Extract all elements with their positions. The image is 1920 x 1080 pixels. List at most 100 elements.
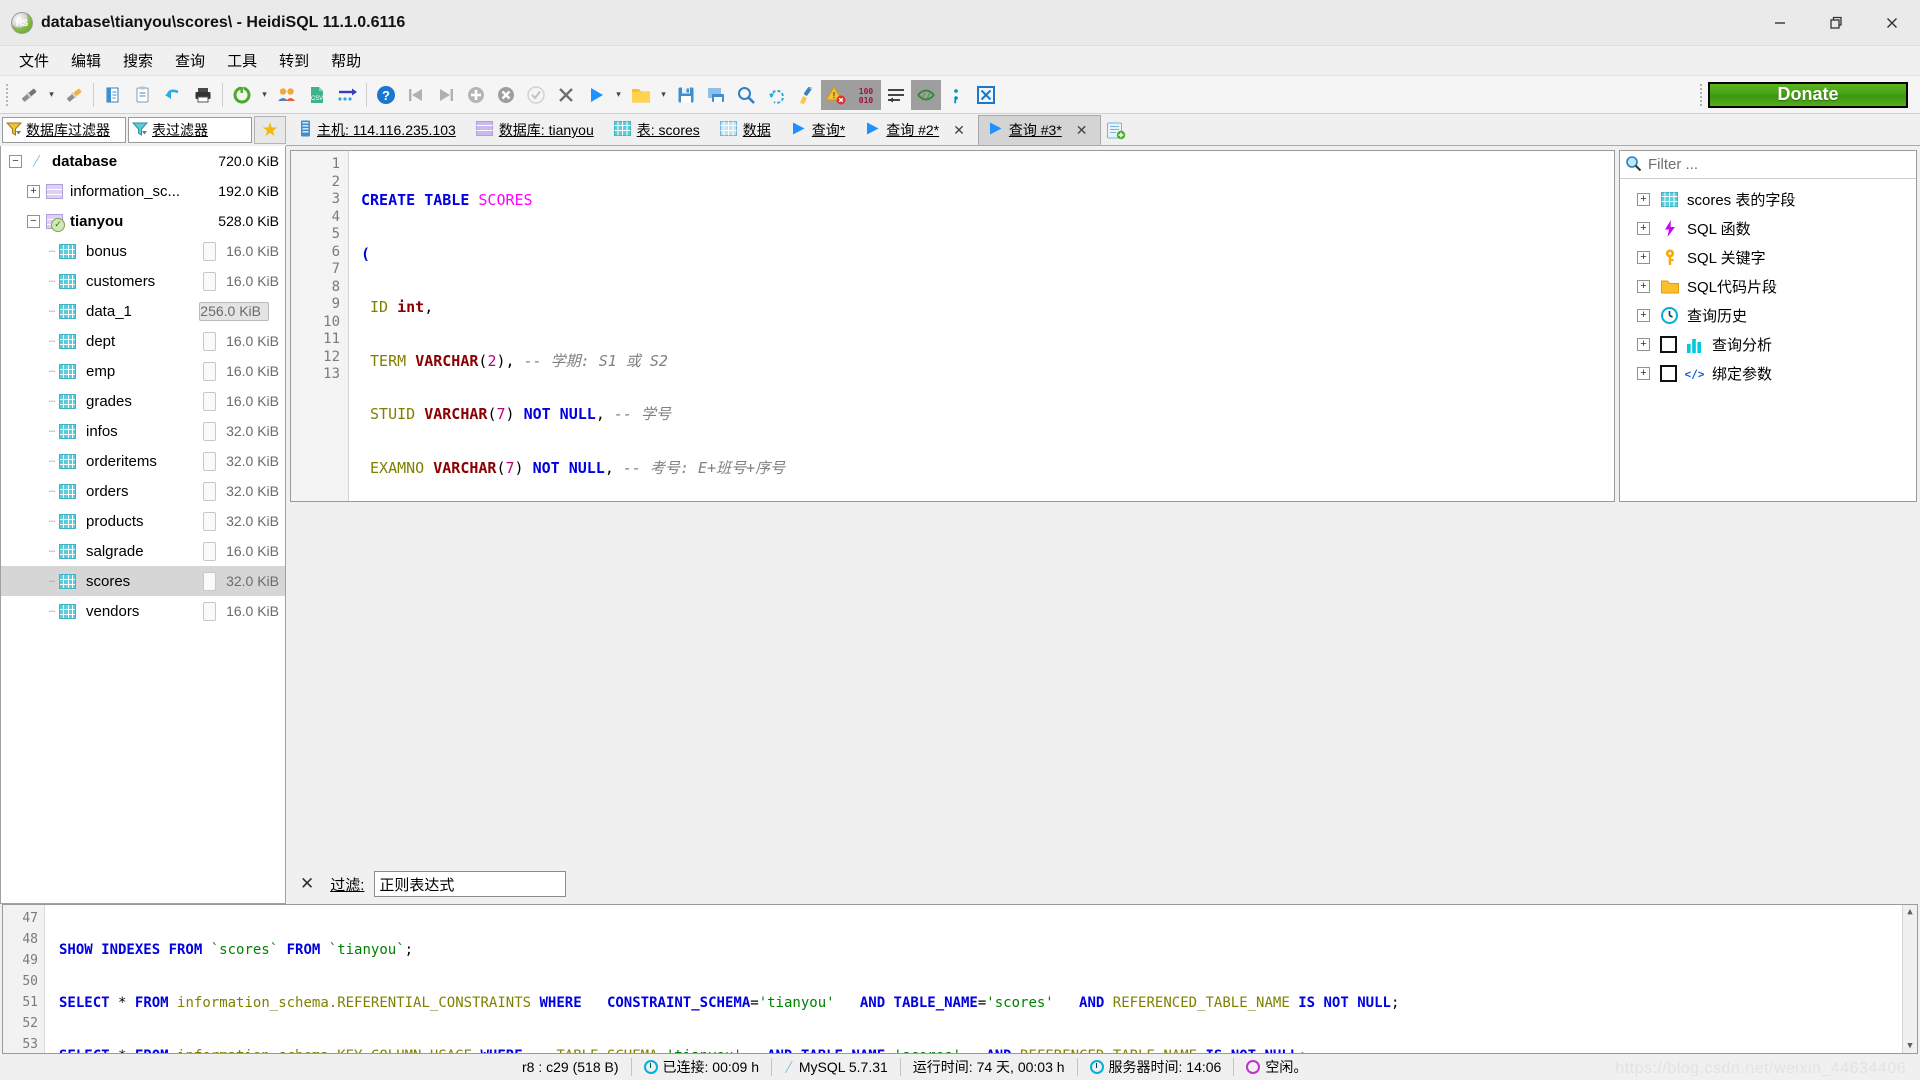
sql-editor[interactable]: 1 2 3 4 5 6 7 8 9 10 11 12 13 — [290, 150, 1615, 502]
save-icon[interactable] — [671, 80, 701, 110]
format-sql-icon[interactable]: // — [911, 80, 941, 110]
tree-item-grades[interactable]: ┄ grades 16.0 KiB — [1, 386, 285, 416]
scroll-down-icon[interactable]: ▼ — [1907, 1041, 1912, 1051]
expander-icon[interactable]: + — [1637, 309, 1650, 322]
session-dropdown-icon[interactable]: ▾ — [44, 80, 59, 110]
tree-item-data-1[interactable]: ┄ data_1 256.0 KiB — [1, 296, 285, 326]
run-dropdown-icon[interactable]: ▾ — [611, 80, 626, 110]
close-icon[interactable]: ✕ — [950, 122, 968, 139]
replace-icon[interactable] — [761, 80, 791, 110]
expander-icon[interactable]: − — [9, 155, 22, 168]
tree-item-scores[interactable]: ┄ scores 32.0 KiB — [1, 566, 285, 596]
tab-query-1[interactable]: 查询* — [781, 115, 855, 145]
sql-code-text[interactable]: CREATE TABLE SCORES ( ID int, TERM VARCH… — [349, 151, 1614, 501]
donate-button[interactable]: Donate — [1708, 82, 1908, 108]
insert-row-icon[interactable] — [461, 80, 491, 110]
print-icon[interactable] — [188, 80, 218, 110]
tree-item-vendors[interactable]: ┄ vendors 16.0 KiB — [1, 596, 285, 626]
new-session-icon[interactable] — [59, 80, 89, 110]
helper-item-sql-functions[interactable]: + SQL 函数 — [1620, 214, 1916, 243]
menu-tools[interactable]: 工具 — [216, 46, 268, 75]
undo-icon[interactable] — [158, 80, 188, 110]
export-csv-icon[interactable]: CSV — [302, 80, 332, 110]
find-icon[interactable] — [731, 80, 761, 110]
tab-table[interactable]: 表: scores — [604, 115, 710, 145]
tree-item-salgrade[interactable]: ┄ salgrade 16.0 KiB — [1, 536, 285, 566]
tree-item-infos[interactable]: ┄ infos 32.0 KiB — [1, 416, 285, 446]
tree-item-information-schema[interactable]: + information_sc... 192.0 KiB — [1, 176, 285, 206]
semicolon-icon[interactable] — [941, 80, 971, 110]
error-warning-icon[interactable]: ! — [821, 80, 851, 110]
open-file-icon[interactable] — [626, 80, 656, 110]
tree-item-tianyou[interactable]: − tianyou 528.0 KiB — [1, 206, 285, 236]
refresh-dropdown-icon[interactable]: ▾ — [257, 80, 272, 110]
toolbar-grip[interactable] — [4, 82, 11, 108]
copy-icon[interactable] — [98, 80, 128, 110]
clear-icon[interactable] — [791, 80, 821, 110]
sql-log-panel[interactable]: 47 48 49 50 51 52 53 SHOW INDEXES FROM `… — [2, 904, 1918, 1054]
cancel-icon[interactable] — [551, 80, 581, 110]
tree-item-customers[interactable]: ┄ customers 16.0 KiB — [1, 266, 285, 296]
helper-item-sql-keywords[interactable]: + SQL 关键字 — [1620, 243, 1916, 272]
database-tree[interactable]: − ⟋ database 720.0 KiB + information_sc.… — [0, 146, 286, 904]
new-query-tab-button[interactable] — [1101, 117, 1131, 145]
helper-filter-row[interactable]: Filter ... — [1620, 151, 1916, 179]
close-button[interactable] — [1864, 0, 1920, 46]
close-icon[interactable]: ✕ — [1073, 122, 1091, 139]
word-wrap-icon[interactable] — [881, 80, 911, 110]
helper-item-bind-parameters[interactable]: + </> 绑定参数 — [1620, 359, 1916, 388]
table-filter-input[interactable]: 表过滤器 — [128, 117, 252, 143]
tree-item-orders[interactable]: ┄ orders 32.0 KiB — [1, 476, 285, 506]
tab-query-3[interactable]: 查询 #3* ✕ — [978, 115, 1101, 145]
delete-row-icon[interactable] — [491, 80, 521, 110]
expander-icon[interactable]: + — [1637, 193, 1650, 206]
expander-icon[interactable]: + — [27, 185, 40, 198]
tree-item-orderitems[interactable]: ┄ orderitems 32.0 KiB — [1, 446, 285, 476]
helper-item-table-columns[interactable]: + scores 表的字段 — [1620, 185, 1916, 214]
tree-item-dept[interactable]: ┄ dept 16.0 KiB — [1, 326, 285, 356]
apply-icon[interactable] — [521, 80, 551, 110]
helper-item-query-history[interactable]: + 查询历史 — [1620, 301, 1916, 330]
tree-item-products[interactable]: ┄ products 32.0 KiB — [1, 506, 285, 536]
expander-icon[interactable]: + — [1637, 367, 1650, 380]
helper-item-sql-snippets[interactable]: + SQL代码片段 — [1620, 272, 1916, 301]
binary-100-010-icon[interactable]: 100010 — [851, 80, 881, 110]
tree-item-bonus[interactable]: ┄ bonus 16.0 KiB — [1, 236, 285, 266]
menu-help[interactable]: 帮助 — [320, 46, 372, 75]
run-query-icon[interactable] — [581, 80, 611, 110]
last-row-icon[interactable] — [431, 80, 461, 110]
expander-icon[interactable]: − — [27, 215, 40, 228]
restore-button[interactable] — [1808, 0, 1864, 46]
first-row-icon[interactable] — [401, 80, 431, 110]
expander-icon[interactable]: + — [1637, 222, 1650, 235]
helper-item-query-profile[interactable]: + 查询分析 — [1620, 330, 1916, 359]
menu-query[interactable]: 查询 — [164, 46, 216, 75]
query-profile-checkbox[interactable] — [1660, 336, 1677, 353]
expander-icon[interactable]: + — [1637, 251, 1650, 264]
stop-icon[interactable] — [971, 80, 1001, 110]
star-icon[interactable]: ★ — [254, 116, 286, 144]
donate-grip[interactable] — [1697, 82, 1706, 108]
help-icon[interactable]: ? — [371, 80, 401, 110]
log-scrollbar[interactable]: ▲ ▼ — [1902, 905, 1917, 1053]
menu-search[interactable]: 搜索 — [112, 46, 164, 75]
menu-edit[interactable]: 编辑 — [60, 46, 112, 75]
tree-item-database[interactable]: − ⟋ database 720.0 KiB — [1, 146, 285, 176]
refresh-icon[interactable] — [227, 80, 257, 110]
save-as-icon[interactable] — [701, 80, 731, 110]
filter-input[interactable] — [374, 871, 566, 897]
paste-icon[interactable] — [128, 80, 158, 110]
expander-icon[interactable]: + — [1637, 280, 1650, 293]
scroll-up-icon[interactable]: ▲ — [1907, 907, 1912, 917]
tree-item-emp[interactable]: ┄ emp 16.0 KiB — [1, 356, 285, 386]
close-icon[interactable]: ✕ — [294, 874, 320, 894]
users-icon[interactable] — [272, 80, 302, 110]
menu-file[interactable]: 文件 — [8, 46, 60, 75]
query-helpers-panel[interactable]: Filter ... + scores 表的字段 + — [1619, 150, 1917, 502]
tab-data[interactable]: 数据 — [710, 115, 781, 145]
bind-parameters-checkbox[interactable] — [1660, 365, 1677, 382]
import-icon[interactable] — [332, 80, 362, 110]
minimize-button[interactable] — [1752, 0, 1808, 46]
tab-database[interactable]: 数据库: tianyou — [466, 115, 604, 145]
tab-query-2[interactable]: 查询 #2* ✕ — [855, 115, 978, 145]
